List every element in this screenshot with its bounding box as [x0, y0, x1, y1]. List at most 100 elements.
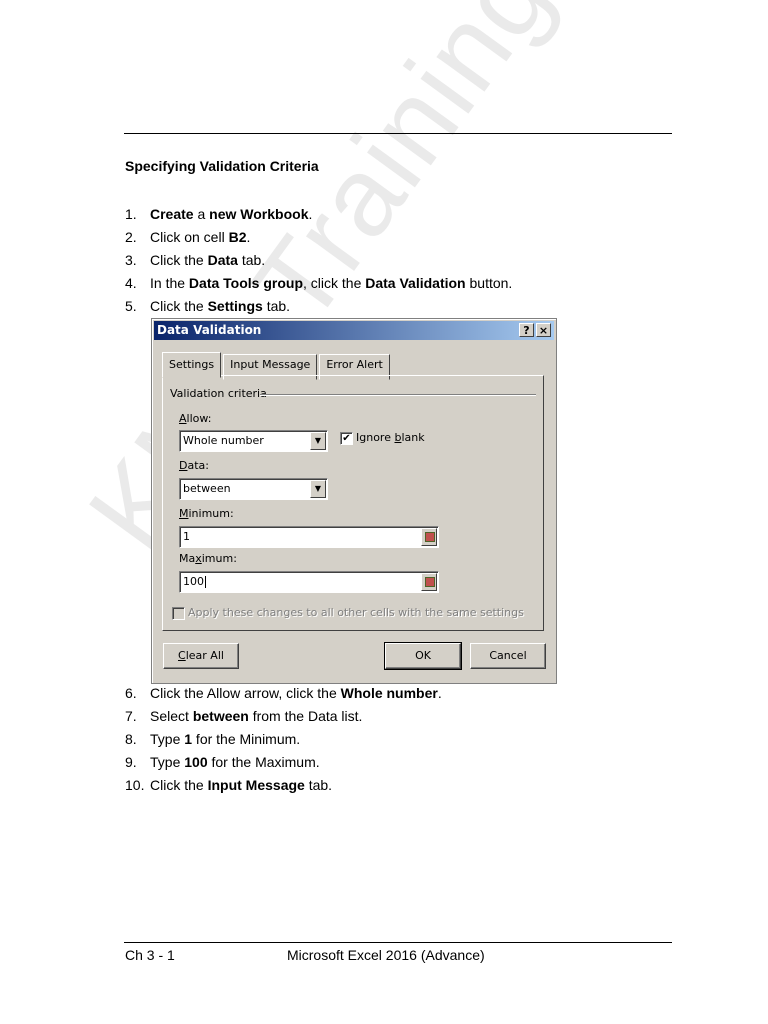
step-emphasis: Whole number: [340, 685, 438, 701]
step-text: Type 1 for the Minimum.: [150, 728, 300, 751]
step-text-segment: for the Minimum.: [192, 731, 301, 747]
group-divider: [260, 394, 536, 396]
cancel-button[interactable]: Cancel: [470, 643, 546, 669]
data-select[interactable]: between ▼: [179, 478, 328, 500]
step-number: 10.: [125, 777, 145, 793]
step-text-segment: tab.: [262, 298, 291, 314]
step-emphasis: 1: [184, 731, 193, 747]
ignore-blank-checkbox[interactable]: ✔: [340, 432, 353, 445]
chevron-down-icon[interactable]: ▼: [310, 480, 326, 498]
range-selector-icon[interactable]: [421, 573, 437, 591]
step-number: 5.: [125, 298, 137, 314]
list-item: 9. Type 100 for the Maximum.: [125, 751, 442, 774]
data-validation-dialog: Data Validation ? × Settings Input Messa…: [151, 318, 557, 684]
step-text-segment: .: [246, 229, 251, 245]
step-emphasis: Input Message: [207, 777, 305, 793]
step-text-segment: from the Data list.: [248, 708, 363, 724]
step-number: 7.: [125, 708, 137, 724]
allow-label: Allow:: [179, 412, 212, 425]
step-text-segment: Click on cell: [150, 229, 229, 245]
minimum-value: 1: [183, 530, 190, 543]
step-number: 9.: [125, 754, 137, 770]
apply-all-checkbox[interactable]: [172, 607, 185, 620]
step-number: 2.: [125, 229, 137, 245]
section-heading: Specifying Validation Criteria: [125, 158, 319, 174]
step-text: Click the Data tab.: [150, 249, 265, 272]
step-text: Click the Settings tab.: [150, 295, 290, 318]
allow-label-text: llow:: [186, 412, 212, 425]
list-item: 1. Create a new Workbook.: [125, 203, 512, 226]
step-text: In the Data Tools group, click the Data …: [150, 272, 512, 295]
step-emphasis: new Workbook: [209, 206, 309, 222]
step-text-segment: tab.: [237, 252, 266, 268]
step-text: Click on cell B2.: [150, 226, 250, 249]
list-item: 4. In the Data Tools group, click the Dat…: [125, 272, 512, 295]
step-text-segment: Select: [150, 708, 193, 724]
steps-list-before: 1. Create a new Workbook. 2. Click on cell …: [125, 203, 512, 318]
step-text-segment: a: [193, 206, 210, 222]
step-emphasis: Settings: [207, 298, 263, 314]
step-text-segment: , click the: [303, 275, 366, 291]
step-number: 8.: [125, 731, 137, 747]
step-text-segment: .: [437, 685, 442, 701]
list-item: 3. Click the Data tab.: [125, 249, 512, 272]
dialog-title: Data Validation: [157, 323, 262, 337]
validation-criteria-label: Validation criteria: [170, 387, 267, 400]
ok-button[interactable]: OK: [384, 642, 462, 670]
step-text: Select between from the Data list.: [150, 705, 362, 728]
step-text: Click the Allow arrow, click the Whole n…: [150, 682, 442, 705]
dialog-titlebar: Data Validation ? ×: [154, 321, 554, 340]
step-emphasis: 100: [184, 754, 208, 770]
list-item: 7. Select between from the Data list.: [125, 705, 442, 728]
step-text-segment: .: [308, 206, 313, 222]
data-select-value: between: [183, 482, 231, 495]
step-text-segment: Type: [150, 754, 185, 770]
step-text-segment: Type: [150, 731, 185, 747]
step-text: Type 100 for the Maximum.: [150, 751, 320, 774]
maximum-value: 100: [183, 575, 204, 588]
chapter-page-label: Ch 3 - 1: [125, 947, 175, 963]
step-text: Click the Input Message tab.: [150, 774, 332, 797]
step-text-segment: In the: [150, 275, 189, 291]
step-emphasis: Data Validation: [365, 275, 466, 291]
footer-rule: [124, 942, 672, 943]
step-text-segment: Click the: [150, 252, 208, 268]
tab-settings[interactable]: Settings: [162, 352, 222, 378]
document-title-footer: Microsoft Excel 2016 (Advance): [287, 947, 485, 963]
list-item: 2. Click on cell B2.: [125, 226, 512, 249]
header-rule: [124, 133, 672, 134]
text-cursor: [205, 576, 206, 588]
step-emphasis: Data Tools group: [188, 275, 303, 291]
list-item: 5. Click the Settings tab.: [125, 295, 512, 318]
step-number: 4.: [125, 275, 137, 291]
step-emphasis: Create: [150, 206, 194, 222]
minimum-input[interactable]: 1: [179, 526, 439, 548]
chevron-down-icon[interactable]: ▼: [310, 432, 326, 450]
minimum-label: Minimum:: [179, 507, 234, 520]
apply-all-label: Apply these changes to all other cells w…: [188, 606, 524, 619]
maximum-input[interactable]: 100: [179, 571, 439, 593]
step-emphasis: Data: [207, 252, 238, 268]
step-text: Create a new Workbook.: [150, 203, 312, 226]
range-selector-icon[interactable]: [421, 528, 437, 546]
list-item: 6. Click the Allow arrow, click the Whole…: [125, 682, 442, 705]
data-label: Data:: [179, 459, 209, 472]
ignore-blank-label: Ignore blank: [356, 431, 425, 444]
list-item: 10. Click the Input Message tab.: [125, 774, 442, 797]
step-text-segment: Click the: [150, 298, 208, 314]
step-number: 6.: [125, 685, 137, 701]
maximum-label: Maximum:: [179, 552, 237, 565]
help-button[interactable]: ?: [519, 323, 534, 337]
step-text-segment: tab.: [304, 777, 333, 793]
close-button[interactable]: ×: [536, 323, 551, 337]
step-emphasis: between: [192, 708, 249, 724]
step-emphasis: B2: [228, 229, 247, 245]
clear-all-button[interactable]: Clear All: [163, 643, 239, 669]
list-item: 8. Type 1 for the Minimum.: [125, 728, 442, 751]
step-number: 3.: [125, 252, 137, 268]
step-number: 1.: [125, 206, 137, 222]
step-text-segment: Click the Allow arrow, click the: [150, 685, 341, 701]
allow-select-value: Whole number: [183, 434, 264, 447]
step-text-segment: Click the: [150, 777, 208, 793]
allow-select[interactable]: Whole number ▼: [179, 430, 328, 452]
